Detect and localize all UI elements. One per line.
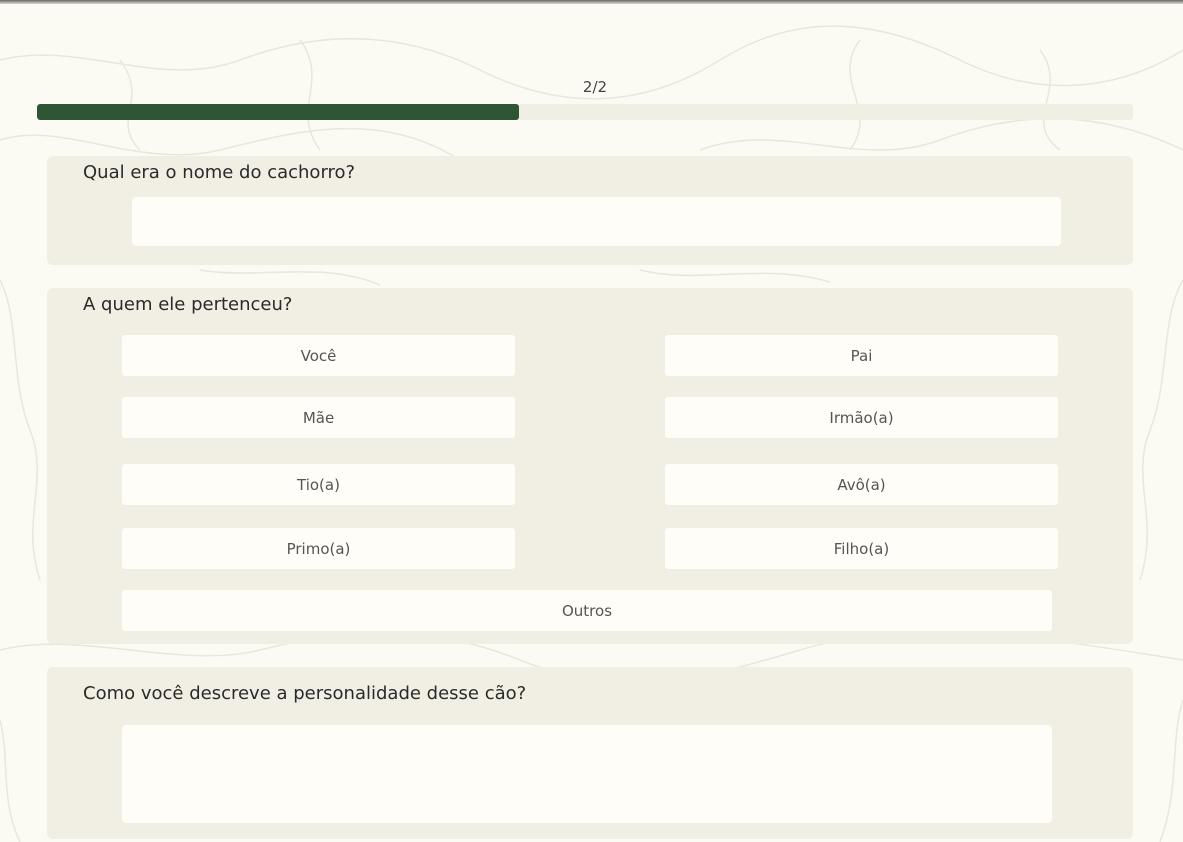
window-top-edge — [0, 0, 1183, 4]
dog-name-input[interactable] — [132, 197, 1061, 246]
question-title: Qual era o nome do cachorro? — [83, 162, 356, 183]
progress-step-label: 2/2 — [582, 78, 608, 96]
personality-textarea[interactable] — [122, 725, 1052, 823]
question-card-owner: A quem ele pertenceu? Você Pai Mãe Irmão… — [47, 288, 1133, 644]
option-voce-button[interactable]: Você — [122, 335, 515, 376]
option-filho-button[interactable]: Filho(a) — [665, 528, 1058, 569]
option-avo-button[interactable]: Avô(a) — [665, 464, 1058, 505]
option-mae-button[interactable]: Mãe — [122, 397, 515, 438]
question-card-dog-name: Qual era o nome do cachorro? — [47, 156, 1133, 265]
option-outros-button[interactable]: Outros — [122, 590, 1052, 631]
question-title: Como você descreve a personalidade desse… — [83, 683, 527, 704]
option-irmao-button[interactable]: Irmão(a) — [665, 397, 1058, 438]
progress-bar-fill — [37, 104, 520, 120]
question-card-personality: Como você descreve a personalidade desse… — [47, 667, 1133, 839]
option-primo-button[interactable]: Primo(a) — [122, 528, 515, 569]
question-title: A quem ele pertenceu? — [83, 294, 293, 315]
progress-bar — [37, 104, 1133, 120]
option-tio-button[interactable]: Tio(a) — [122, 464, 515, 505]
option-pai-button[interactable]: Pai — [665, 335, 1058, 376]
